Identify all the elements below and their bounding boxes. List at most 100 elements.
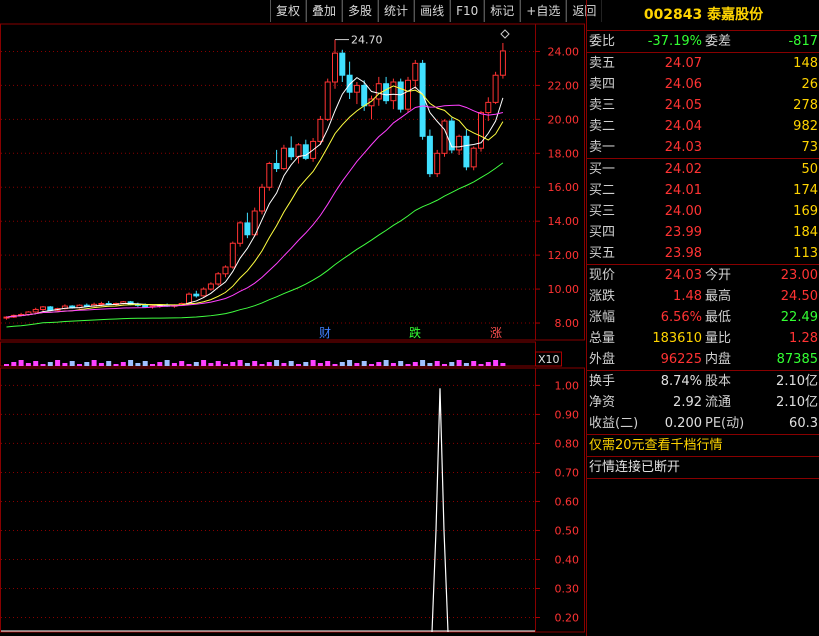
candle-body [295,144,302,158]
volume-bar [493,360,499,366]
volume-bar [106,361,112,366]
sell-volume: 73 [801,140,818,155]
candle-body [207,283,214,290]
toolbar-button-0[interactable]: 复权 [270,0,307,22]
volume-bar [449,362,455,366]
candle-body [302,144,309,159]
candle-body [397,81,404,110]
volume-bar [215,361,221,366]
volume-bar [179,361,185,366]
price-axis-label: 10.00 [548,283,580,296]
quote-row: 现价 24.03 今开 23.00 [587,265,819,286]
candle-body [426,135,433,175]
quote-stats-2: 换手 8.74% 股本 2.10亿 净资 2.92 流通 2.10亿 收益(二) 0.200 PE(… [587,371,819,434]
volume-bar [420,360,426,366]
stat-label: 涨跌 [589,289,616,304]
toolbar-button-4[interactable]: 画线 [414,0,451,22]
volume-bar [208,363,214,366]
indicator-axis-label: 0.80 [555,437,580,450]
candle-body [375,83,382,100]
quote-panel: 002843 泰嘉股份 委比 -37.19% 委差 -817 卖五 24.07 14… [586,0,819,636]
candle-body [193,293,200,297]
sell-level-label: 卖三 [589,98,616,113]
volume-bar [237,360,243,366]
stat-label-2: 最低 [705,310,732,325]
candle-body [142,304,149,308]
volume-bar [500,363,506,366]
toolbar-button-7[interactable]: +自选 [520,0,567,22]
buy-volume: 113 [793,246,818,261]
sell-price: 24.05 [664,98,702,113]
indicator-axis-label: 0.30 [555,582,580,595]
ma10-line [6,85,504,318]
stat-value-2: 1.28 [789,331,818,346]
candle-body [492,74,499,103]
buy-price: 24.02 [664,162,702,177]
quote-row: 换手 8.74% 股本 2.10亿 [587,371,819,392]
stat-value: 96225 [660,352,702,367]
stat-value: 6.56% [660,310,702,325]
sell-level-label: 卖五 [589,56,616,71]
candle-body [237,222,244,244]
quote-row: 收益(二) 0.200 PE(动) 60.3 [587,413,819,434]
quote-row: 买二 24.01 174 [587,180,819,201]
volume-bar [266,362,272,366]
quote-row: 买五 23.98 113 [587,243,819,264]
volume-bar [47,362,53,366]
toolbar-button-1[interactable]: 叠加 [306,0,343,22]
quote-row: 总量 183610 量比 1.28 [587,328,819,349]
toolbar-button-3[interactable]: 统计 [378,0,415,22]
volume-bar [142,361,148,366]
volume-bar [325,361,331,366]
sell-level-label: 卖二 [589,119,616,134]
candle-body [259,186,265,212]
candle-body [229,242,236,268]
volume-bar [485,362,491,366]
volume-bar [369,364,374,366]
stat2-value: 2.92 [673,395,702,410]
candle-body [361,84,368,107]
quote-row: 净资 2.92 流通 2.10亿 [587,392,819,413]
sell-volume: 278 [793,98,818,113]
buy-price: 24.00 [664,204,702,219]
promo-row[interactable]: 仅需20元查看千档行情 [587,434,819,457]
toolbar-button-2[interactable]: 多股 [342,0,379,22]
buy-level-label: 买三 [589,204,616,219]
candle-body [40,306,46,310]
volume-bar [281,363,287,366]
buy-volume: 184 [793,225,818,240]
indicator-axis-label: 0.70 [555,466,580,479]
buy-volume: 169 [793,204,818,219]
candle-body [98,303,105,306]
price-axis-label: 14.00 [548,215,580,228]
volume-bar [120,362,126,366]
candle-body [434,152,441,175]
candle-body [405,79,411,110]
kline-chart-area[interactable]: 24.00 22.00 20.00 18.00 16.00 14.00 12.00 10.00… [0,0,585,636]
status-row: 行情连接已断开 [587,457,819,479]
volume-bar [361,361,367,366]
stat-value-2: 87385 [776,352,818,367]
kline-chart[interactable]: 24.00 22.00 20.00 18.00 16.00 14.00 12.00 10.00… [0,0,585,636]
toolbar-button-5[interactable]: F10 [450,0,485,22]
candle-body [266,162,273,188]
toolbar-button-6[interactable]: 标记 [484,0,521,22]
volume-bar [55,360,61,366]
promo-link[interactable]: 仅需20元查看千档行情 [589,435,723,456]
buy-level-label: 买一 [589,162,616,177]
buy-level-label: 买四 [589,225,616,240]
candle-body [390,81,397,102]
volume-bar [171,363,177,366]
quote-row: 卖五 24.07 148 [587,53,819,74]
stat2-label-2: PE(动) [705,416,745,431]
volume-bar [471,361,477,366]
weibi-row: 委比 -37.19% 委差 -817 [587,31,819,53]
volume-bar [223,364,228,366]
buy-volume: 174 [793,183,818,198]
volume-bar [376,362,382,366]
ma5-line [6,76,504,318]
candle-body [456,135,463,151]
stat-value-2: 24.50 [780,289,818,304]
candle-body [412,62,419,81]
volume-bar [69,361,75,366]
